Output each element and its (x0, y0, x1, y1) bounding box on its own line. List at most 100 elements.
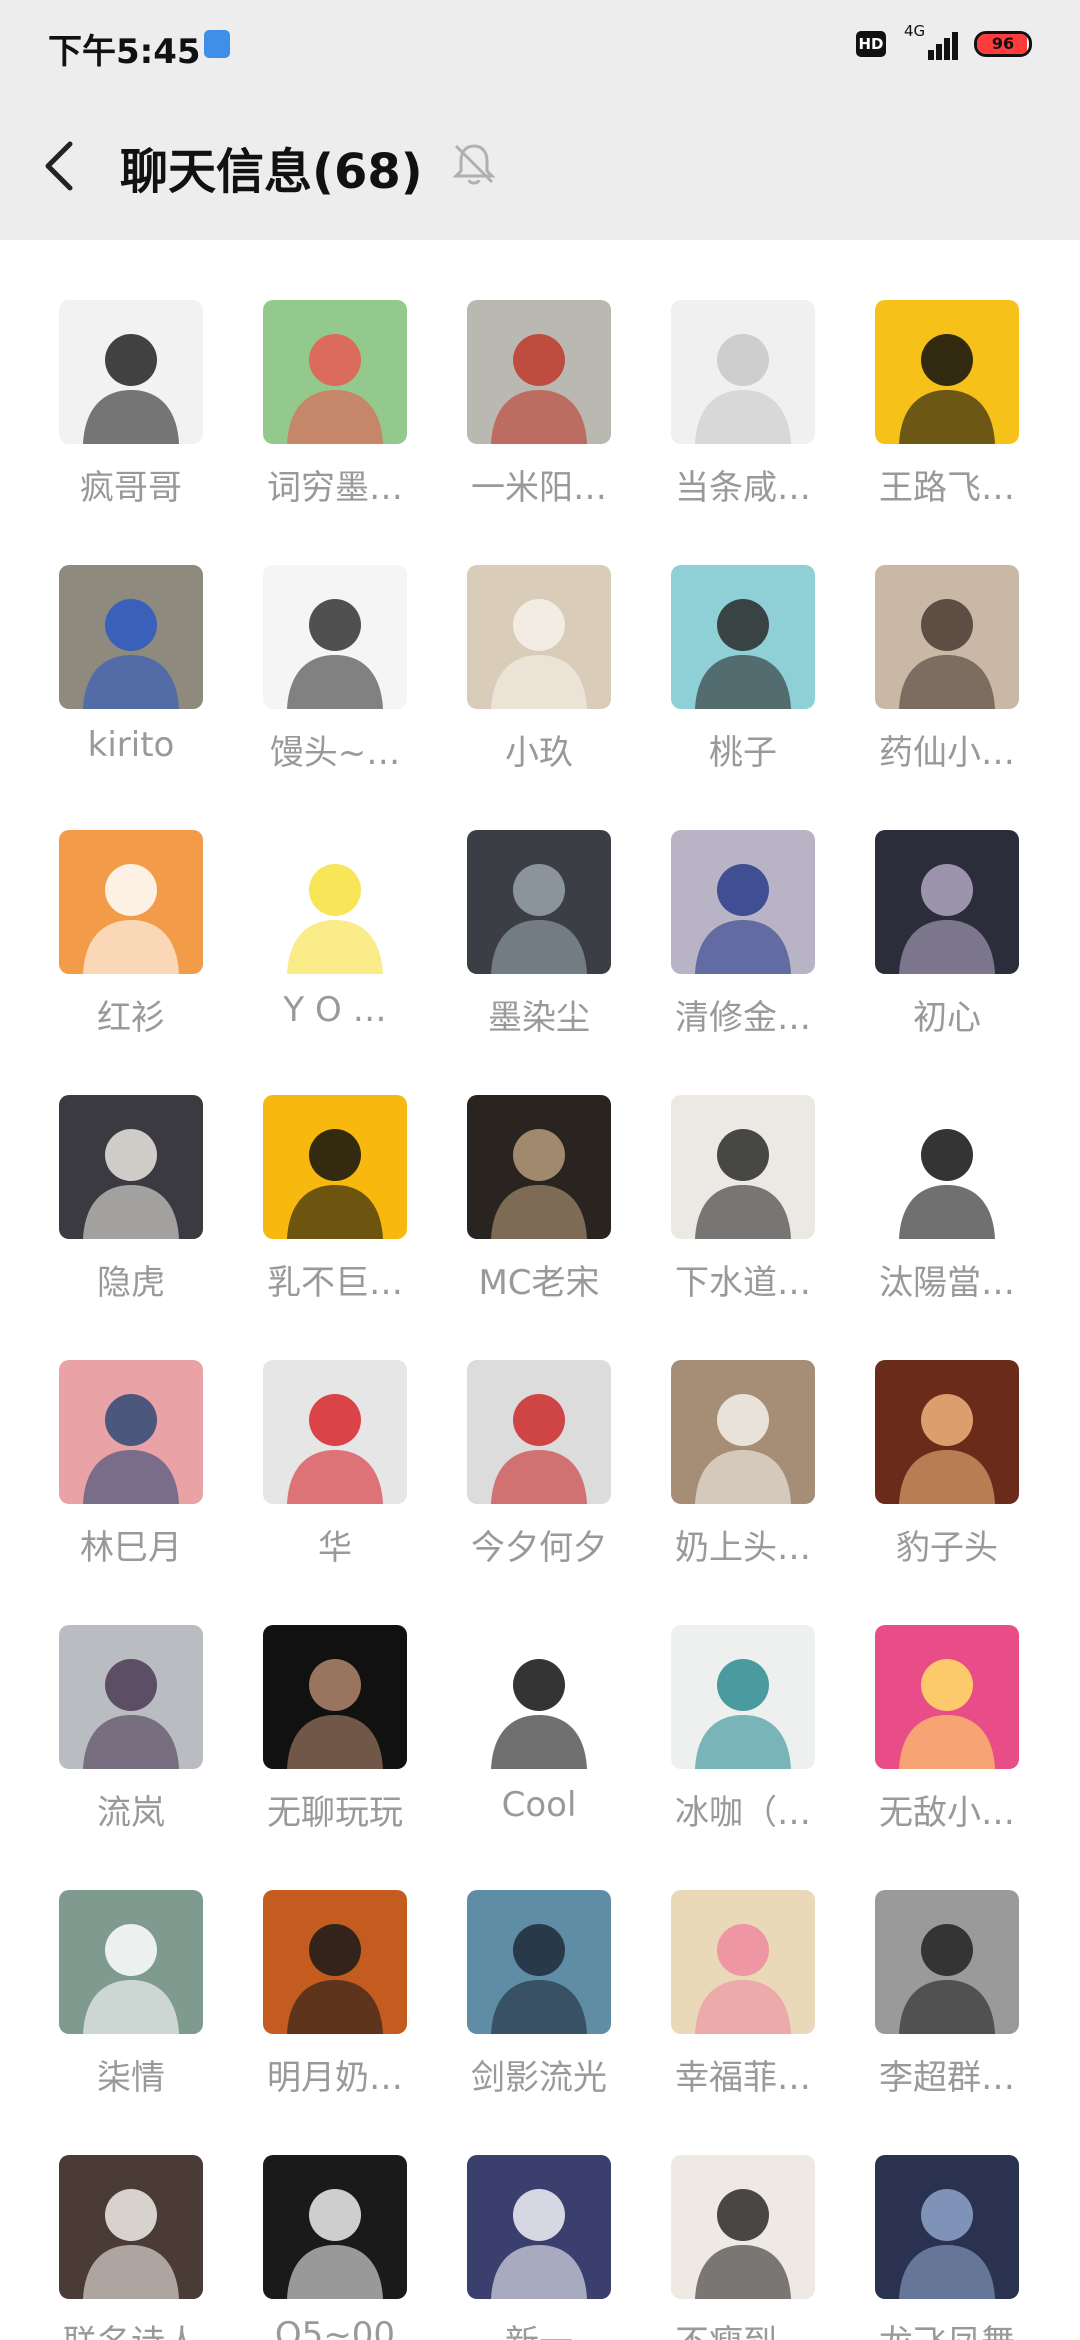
member-avatar[interactable] (59, 1625, 203, 1769)
member-avatar[interactable] (875, 1890, 1019, 2034)
member-item[interactable]: 豹子头 (833, 1300, 1037, 1568)
member-avatar[interactable] (467, 830, 611, 974)
member-item[interactable]: Y O … (221, 770, 425, 1030)
member-avatar[interactable] (263, 1360, 407, 1504)
member-item[interactable]: Q5~00 (221, 2095, 425, 2340)
member-item[interactable]: 流岚 (17, 1565, 221, 1833)
member-item[interactable]: MC老宋 (425, 1035, 629, 1303)
back-button[interactable] (30, 130, 100, 200)
avatar-figure-body (899, 1450, 995, 1504)
member-avatar[interactable] (671, 300, 815, 444)
member-avatar[interactable] (59, 1890, 203, 2034)
member-item[interactable]: 剑影流光 (425, 1830, 629, 2098)
member-item[interactable]: 隐虎 (17, 1035, 221, 1303)
member-item[interactable]: 幸福菲… (629, 1830, 833, 2098)
member-avatar[interactable] (875, 2155, 1019, 2299)
member-avatar[interactable] (671, 2155, 815, 2299)
member-name: 馒头~… (269, 733, 401, 773)
member-item[interactable]: 红衫 (17, 770, 221, 1038)
member-item[interactable]: 今夕何夕 (425, 1300, 629, 1568)
member-name: Cool (501, 1785, 577, 1825)
mute-bell-icon[interactable] (448, 138, 500, 190)
member-avatar[interactable] (59, 1360, 203, 1504)
member-item[interactable]: 汰陽當… (833, 1035, 1037, 1303)
member-avatar[interactable] (467, 1095, 611, 1239)
member-item[interactable]: 柒情 (17, 1830, 221, 2098)
member-item[interactable]: 无聊玩玩 (221, 1565, 425, 1833)
member-item[interactable]: 下水道… (629, 1035, 833, 1303)
member-avatar[interactable] (59, 830, 203, 974)
member-item[interactable]: 林巳月 (17, 1300, 221, 1568)
member-avatar[interactable] (671, 1360, 815, 1504)
member-avatar[interactable] (263, 1095, 407, 1239)
member-item[interactable]: 李超群… (833, 1830, 1037, 2098)
member-avatar[interactable] (467, 1360, 611, 1504)
avatar-image (83, 1659, 179, 1769)
member-name: 柒情 (97, 2058, 165, 2098)
avatar-image (491, 334, 587, 444)
member-avatar[interactable] (467, 300, 611, 444)
member-item[interactable]: kirito (17, 505, 221, 765)
member-avatar[interactable] (671, 1625, 815, 1769)
member-item[interactable]: 初心 (833, 770, 1037, 1038)
avatar-figure-head (309, 864, 361, 916)
member-item[interactable]: 无敌小… (833, 1565, 1037, 1833)
member-item[interactable]: 小玖 (425, 505, 629, 773)
member-avatar[interactable] (263, 1625, 407, 1769)
member-item[interactable]: 词穷墨… (221, 240, 425, 508)
member-item[interactable]: 奶上头… (629, 1300, 833, 1568)
hd-badge: HD (856, 31, 886, 57)
member-item[interactable]: 联名诗人 (17, 2095, 221, 2340)
avatar-figure-head (105, 2189, 157, 2241)
member-item[interactable]: 新一 (425, 2095, 629, 2340)
member-item[interactable]: 明月奶… (221, 1830, 425, 2098)
member-avatar[interactable] (467, 565, 611, 709)
member-avatar[interactable] (875, 1360, 1019, 1504)
member-avatar[interactable] (59, 300, 203, 444)
member-item[interactable]: 清修金… (629, 770, 833, 1038)
member-avatar[interactable] (263, 300, 407, 444)
member-avatar[interactable] (671, 1095, 815, 1239)
member-avatar[interactable] (263, 1890, 407, 2034)
member-item[interactable]: 华 (221, 1300, 425, 1568)
member-avatar[interactable] (467, 1625, 611, 1769)
member-item[interactable]: 一米阳… (425, 240, 629, 508)
member-avatar[interactable] (263, 2155, 407, 2299)
member-avatar[interactable] (875, 300, 1019, 444)
member-name: 今夕何夕 (471, 1528, 607, 1568)
member-item[interactable]: 不瘦到… (629, 2095, 833, 2340)
member-item[interactable]: Cool (425, 1565, 629, 1825)
member-avatar[interactable] (671, 565, 815, 709)
member-avatar[interactable] (59, 1095, 203, 1239)
member-avatar[interactable] (263, 565, 407, 709)
member-avatar[interactable] (875, 1095, 1019, 1239)
avatar-image (695, 864, 791, 974)
member-item[interactable]: 桃子 (629, 505, 833, 773)
avatar-figure-body (899, 920, 995, 974)
member-avatar[interactable] (875, 830, 1019, 974)
member-item[interactable]: 药仙小… (833, 505, 1037, 773)
member-name: 词穷墨… (267, 468, 403, 508)
member-avatar[interactable] (875, 1625, 1019, 1769)
member-avatar[interactable] (467, 1890, 611, 2034)
member-item[interactable]: 冰咖（… (629, 1565, 833, 1833)
avatar-figure-head (921, 1394, 973, 1446)
member-avatar[interactable] (59, 2155, 203, 2299)
avatar-figure-head (921, 1129, 973, 1181)
avatar-image (695, 334, 791, 444)
member-avatar[interactable] (59, 565, 203, 709)
member-item[interactable]: 当条咸… (629, 240, 833, 508)
member-avatar[interactable] (467, 2155, 611, 2299)
member-item[interactable]: 乳不巨… (221, 1035, 425, 1303)
avatar-figure-body (287, 655, 383, 709)
avatar-image (491, 1394, 587, 1504)
member-avatar[interactable] (671, 830, 815, 974)
member-avatar[interactable] (875, 565, 1019, 709)
member-avatar[interactable] (671, 1890, 815, 2034)
member-item[interactable]: 疯哥哥 (17, 240, 221, 508)
member-avatar[interactable] (263, 830, 407, 974)
member-item[interactable]: 馒头~… (221, 505, 425, 773)
member-item[interactable]: 王路飞… (833, 240, 1037, 508)
member-item[interactable]: 龙飞凤舞 (833, 2095, 1037, 2340)
member-item[interactable]: 墨染尘 (425, 770, 629, 1038)
